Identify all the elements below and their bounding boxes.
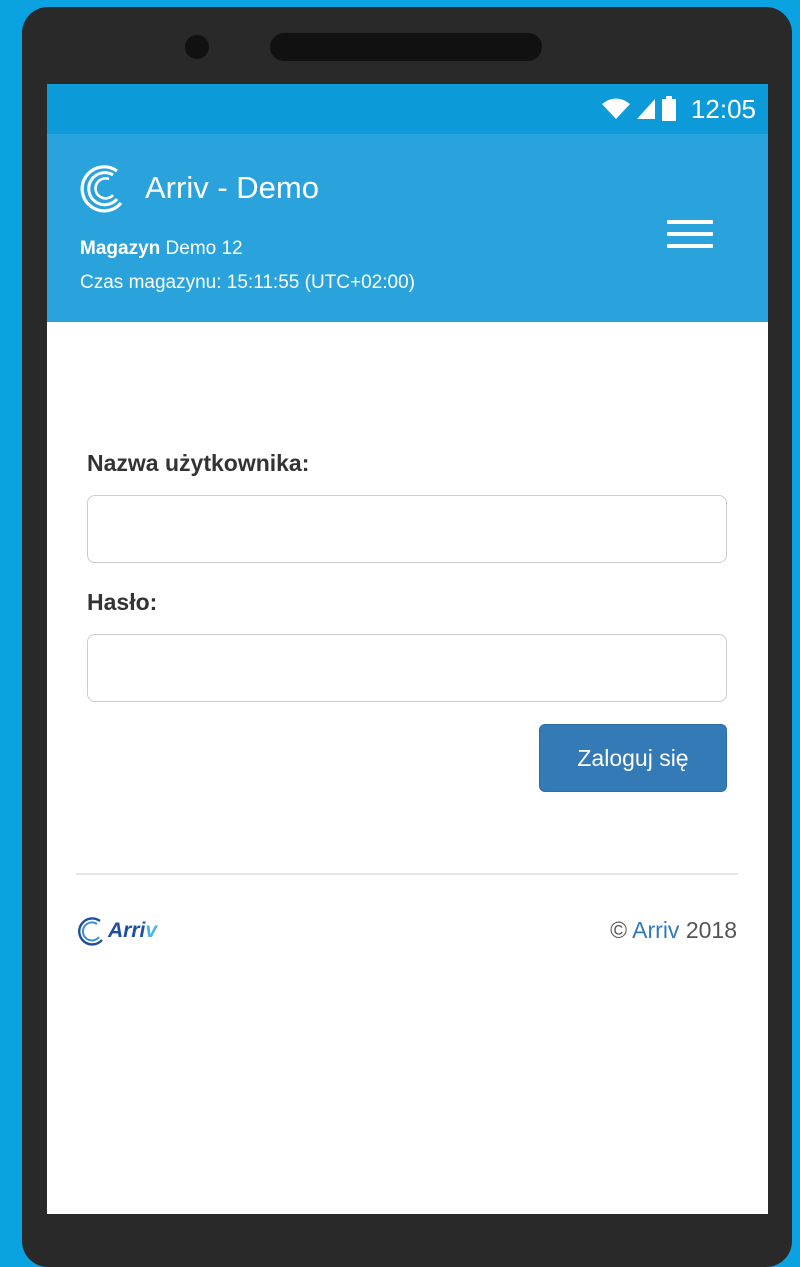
warehouse-info: Magazyn Demo 12 — [80, 238, 243, 260]
copyright: © Arriv 2018 — [610, 917, 737, 944]
username-label: Nazwa użytkownika: — [87, 450, 310, 476]
password-label: Hasło: — [87, 589, 158, 615]
copyright-year: 2018 — [685, 917, 737, 943]
copyright-symbol: © — [610, 917, 628, 943]
battery-icon — [661, 96, 676, 121]
footer-logo-text-tail: v — [145, 919, 158, 942]
signal-icon — [636, 99, 655, 119]
login-button[interactable]: Zaloguj się — [539, 724, 727, 792]
status-time: 12:05 — [690, 93, 756, 124]
login-form: Nazwa użytkownika: Hasło: Zaloguj się — [87, 450, 727, 794]
footer-divider — [76, 873, 738, 875]
speaker-grille — [270, 33, 542, 61]
status-bar: 12:05 — [47, 84, 768, 134]
warehouse-time: Czas magazynu: 15:11:55 (UTC+02:00) — [80, 272, 415, 293]
footer-logo: Arriv — [76, 914, 157, 948]
app-header: Arriv - Demo Magazyn Demo 12 Czas magazy… — [47, 134, 768, 322]
password-input[interactable] — [87, 634, 727, 702]
arriv-footer-logo-icon — [78, 917, 103, 946]
copyright-link[interactable]: Arriv — [632, 917, 679, 943]
hamburger-menu-icon[interactable] — [667, 220, 713, 250]
status-icons: 12:05 — [601, 84, 756, 134]
warehouse-name: Demo 12 — [165, 238, 243, 259]
app-title: Arriv - Demo — [145, 170, 319, 205]
wifi-icon — [601, 98, 630, 119]
arriv-logo-icon — [80, 165, 123, 213]
app-screen: 12:05 Arriv - Demo Magazyn Demo 12 Czas … — [47, 84, 768, 1214]
footer-logo-text: Arri — [108, 919, 146, 942]
warehouse-label: Magazyn — [80, 238, 161, 259]
camera-icon — [185, 35, 209, 59]
username-input[interactable] — [87, 495, 727, 563]
